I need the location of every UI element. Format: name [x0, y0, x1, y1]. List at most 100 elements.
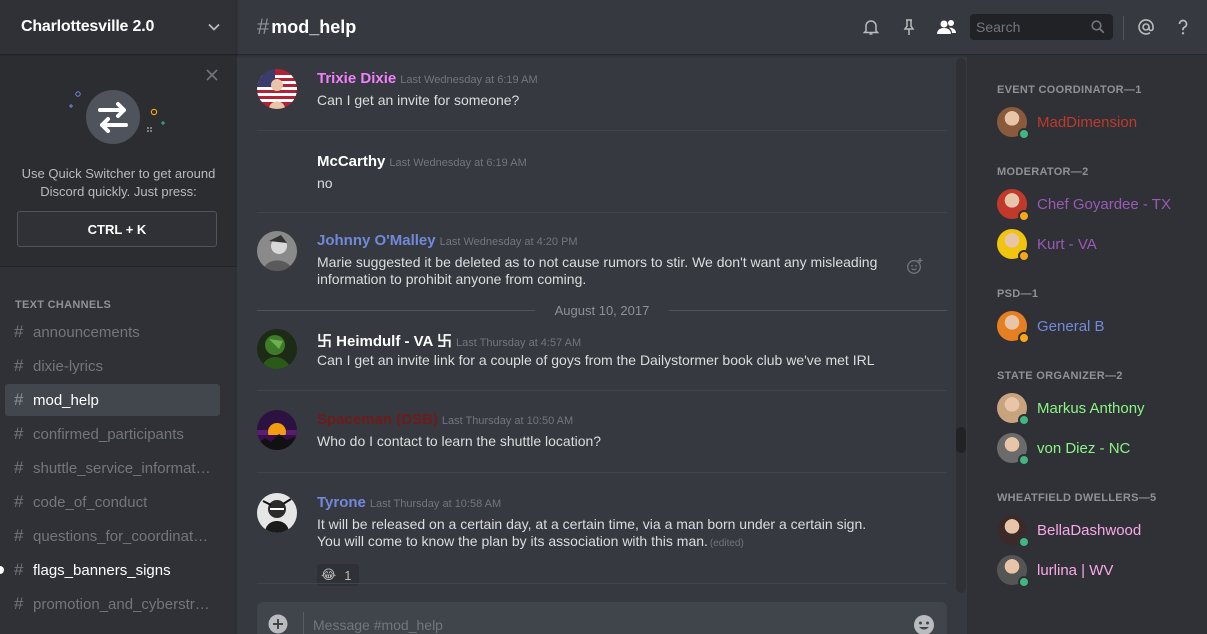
avatar — [997, 107, 1030, 140]
message-list: Trixie Dixie Last Wednesday at 6:19 AM Ca… — [237, 56, 965, 594]
message-author[interactable]: Johnny O'Malley — [317, 232, 436, 249]
message-content: Who do I contact to learn the shuttle lo… — [317, 433, 602, 449]
avatar[interactable] — [257, 231, 297, 271]
quick-switcher-shortcut-button[interactable]: CTRL + K — [17, 211, 217, 247]
channel-label: flags_banners_signs — [33, 561, 171, 579]
channel-sidebar: Charlottesville 2.0 Use Quick Switcher t… — [0, 0, 237, 634]
edited-marker: (edited) — [709, 538, 744, 549]
member-name: General B — [1037, 317, 1105, 335]
avatar — [997, 555, 1030, 588]
message-separator — [257, 130, 947, 131]
channel-item-questions-for-coordinators[interactable]: # questions_for_coordinators — [5, 520, 220, 552]
channel-item-code-of-conduct[interactable]: # code_of_conduct — [5, 486, 220, 518]
date-divider: August 10, 2017 — [257, 303, 947, 318]
reaction-count: 1 — [344, 567, 352, 583]
status-indicator — [1018, 536, 1030, 548]
member-name: Markus Anthony — [1037, 399, 1145, 417]
message-content: Can I get an invite link for a couple of… — [317, 352, 875, 368]
channel-label: questions_for_coordinators — [33, 527, 211, 545]
channel-hash-icon: # — [14, 322, 24, 341]
members-icon[interactable] — [935, 17, 959, 37]
message-author[interactable]: Spaceman (DSB) — [317, 411, 438, 428]
avatar — [997, 393, 1030, 426]
channel-hash-icon: # — [14, 492, 24, 511]
message-author[interactable]: 卐 Heimdulf - VA 卐 — [317, 333, 452, 350]
help-icon[interactable] — [1173, 17, 1193, 37]
message-separator — [257, 390, 947, 391]
channel-item-mod-help[interactable]: # mod_help — [5, 384, 220, 416]
scrollbar-thumb[interactable] — [956, 427, 966, 453]
search-icon[interactable] — [1091, 20, 1105, 34]
avatar — [997, 515, 1030, 548]
message-timestamp: Last Thursday at 10:50 AM — [441, 415, 574, 427]
role-header: STATE ORGANIZER—2 — [997, 370, 1123, 382]
avatar — [997, 311, 1030, 344]
emoji-picker-icon[interactable] — [913, 614, 935, 634]
message-content: Can I get an invite for someone? — [317, 92, 520, 108]
avatar — [997, 229, 1030, 262]
channel-hash-icon: # — [257, 14, 270, 39]
message-author[interactable]: Tyrone — [317, 494, 366, 511]
add-attachment-icon[interactable] — [268, 614, 288, 634]
channel-hash-icon: # — [14, 526, 24, 545]
role-header: PSD—1 — [997, 288, 1039, 300]
channel-item-promotion-and-cyberstrategy[interactable]: # promotion_and_cyberstrategy — [5, 588, 220, 620]
avatar[interactable] — [257, 69, 297, 109]
message-timestamp: Last Thursday at 10:58 AM — [369, 498, 502, 510]
avatar[interactable] — [257, 410, 297, 450]
avatar[interactable] — [257, 329, 297, 369]
message-author[interactable]: Trixie Dixie — [317, 70, 396, 87]
member-item[interactable]: General B — [997, 310, 1197, 344]
channel-category-header[interactable]: TEXT CHANNELS — [15, 299, 111, 311]
avatar — [997, 189, 1030, 222]
channel-item-confirmed-participants[interactable]: # confirmed_participants — [5, 418, 220, 450]
message-timestamp: Last Thursday at 4:57 AM — [456, 337, 582, 349]
quick-switcher-icon — [69, 90, 165, 144]
member-name: Chef Goyardee - TX — [1037, 195, 1171, 213]
status-indicator — [1018, 576, 1030, 588]
header-divider — [1123, 16, 1124, 40]
close-icon[interactable] — [205, 68, 219, 82]
message-separator — [257, 212, 947, 213]
server-header[interactable]: Charlottesville 2.0 — [0, 0, 237, 55]
message-timestamp: Last Wednesday at 6:19 AM — [389, 157, 527, 169]
chat-header: # mod_help Search — [237, 0, 1207, 55]
composer-divider — [303, 612, 304, 634]
member-item[interactable]: Chef Goyardee - TX — [997, 188, 1197, 222]
message-separator — [257, 583, 947, 584]
add-reaction-icon[interactable] — [906, 257, 924, 275]
message-input[interactable]: Message #mod_help — [313, 617, 443, 633]
channel-hash-icon: # — [14, 594, 24, 613]
mention-icon[interactable] — [1136, 17, 1156, 37]
channel-item-shuttle-service-information[interactable]: # shuttle_service_information — [5, 452, 220, 484]
message-separator — [257, 472, 947, 473]
message-author[interactable]: McCarthy — [317, 153, 385, 170]
chevron-down-icon[interactable] — [207, 20, 221, 34]
channel-item-announcements[interactable]: # announcements — [5, 316, 220, 348]
message-content: It will be released on a certain day, at… — [317, 516, 867, 549]
channel-hash-icon: # — [14, 560, 24, 579]
server-name: Charlottesville 2.0 — [21, 18, 155, 35]
channel-label: shuttle_service_information — [33, 459, 211, 477]
member-item[interactable]: von Diez - NC — [997, 432, 1197, 466]
member-item[interactable]: Kurt - VA — [997, 228, 1197, 262]
message-scrollbar[interactable] — [956, 58, 966, 593]
avatar — [997, 433, 1030, 466]
reaction-emoji: 😂 — [321, 567, 337, 582]
channel-label: code_of_conduct — [33, 493, 148, 511]
member-item[interactable]: MadDimension — [997, 106, 1197, 140]
member-item[interactable]: Markus Anthony — [997, 392, 1197, 426]
member-item[interactable]: BellaDashwood — [997, 514, 1197, 548]
channel-item-flags-banners-signs[interactable]: # flags_banners_signs — [0, 554, 220, 586]
pin-icon[interactable] — [899, 17, 919, 37]
date-divider-text: August 10, 2017 — [554, 303, 650, 318]
search-input[interactable]: Search — [970, 14, 1113, 40]
bell-icon[interactable] — [861, 17, 881, 37]
member-name: Kurt - VA — [1037, 235, 1097, 253]
search-placeholder: Search — [976, 19, 1021, 35]
member-list: EVENT COORDINATOR—1 MadDimension MODERATOR… — [967, 56, 1207, 634]
member-item[interactable]: lurlina | WV — [997, 554, 1197, 588]
avatar[interactable] — [257, 493, 297, 533]
channel-item-dixie-lyrics[interactable]: # dixie-lyrics — [5, 350, 220, 382]
message-content: no — [317, 175, 333, 191]
